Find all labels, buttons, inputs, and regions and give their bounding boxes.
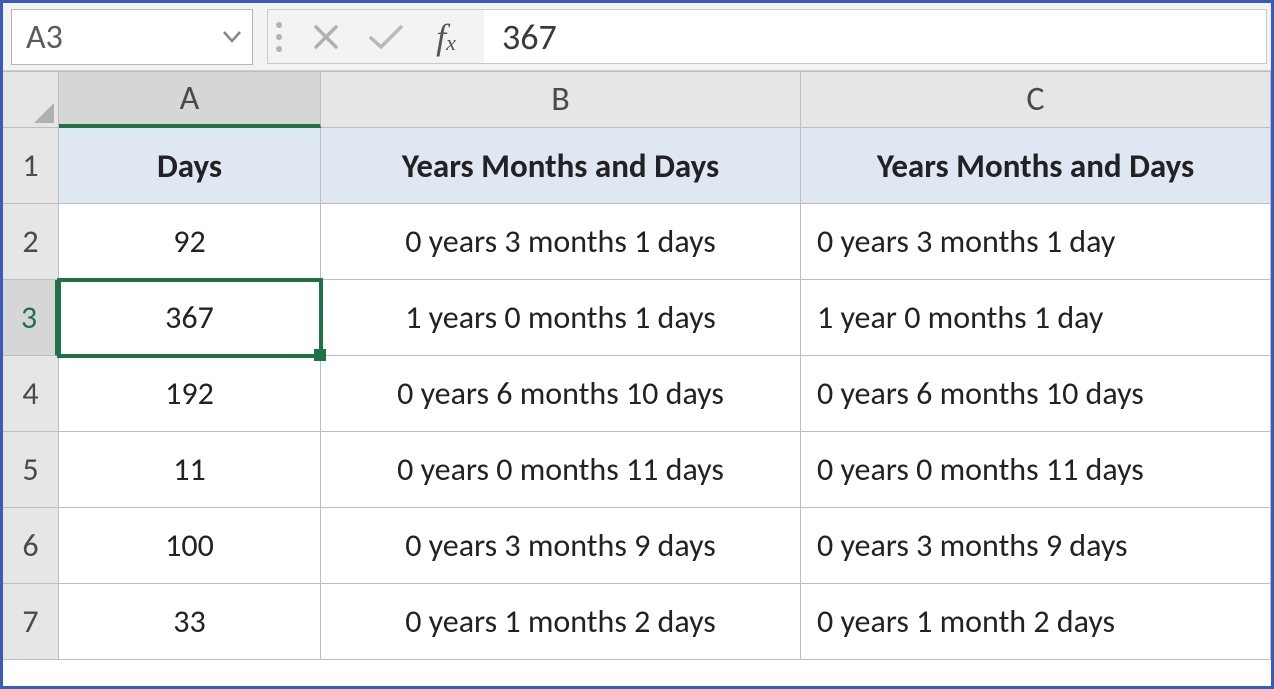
cell-B3[interactable]: 1 years 0 months 1 days bbox=[321, 280, 801, 356]
name-box[interactable]: A3 bbox=[11, 9, 253, 65]
row-header-1[interactable]: 1 bbox=[3, 128, 59, 204]
cell-B6[interactable]: 0 years 3 months 9 days bbox=[321, 508, 801, 584]
cancel-icon[interactable] bbox=[296, 22, 356, 52]
fill-handle[interactable] bbox=[314, 349, 326, 361]
cell-B4[interactable]: 0 years 6 months 10 days bbox=[321, 356, 801, 432]
cell-A5[interactable]: 11 bbox=[59, 432, 321, 508]
name-box-value: A3 bbox=[26, 17, 63, 58]
row-header-3[interactable]: 3 bbox=[3, 280, 59, 356]
cell-C2[interactable]: 0 years 3 months 1 day bbox=[801, 204, 1271, 280]
cell-C4[interactable]: 0 years 6 months 10 days bbox=[801, 356, 1271, 432]
cell-B1[interactable]: Years Months and Days bbox=[321, 128, 801, 204]
formula-bar: A3 fx 367 bbox=[3, 3, 1271, 71]
col-header-C[interactable]: C bbox=[801, 72, 1271, 128]
cell-A3[interactable]: 367 bbox=[59, 280, 321, 356]
insert-function-icon[interactable]: fx bbox=[416, 16, 476, 58]
row-header-7[interactable]: 7 bbox=[3, 584, 59, 660]
formula-bar-controls: fx bbox=[267, 9, 484, 64]
name-box-dropdown-icon[interactable] bbox=[222, 30, 242, 44]
select-all-corner[interactable] bbox=[3, 72, 59, 128]
cell-C1[interactable]: Years Months and Days bbox=[801, 128, 1271, 204]
spreadsheet-grid: A B C 1 Days Years Months and Days Years… bbox=[3, 71, 1271, 660]
cell-A3-value: 367 bbox=[165, 298, 214, 337]
cell-C5[interactable]: 0 years 0 months 11 days bbox=[801, 432, 1271, 508]
row-header-5[interactable]: 5 bbox=[3, 432, 59, 508]
enter-icon[interactable] bbox=[356, 23, 416, 51]
cell-A7[interactable]: 33 bbox=[59, 584, 321, 660]
row-header-4[interactable]: 4 bbox=[3, 356, 59, 432]
cell-B2[interactable]: 0 years 3 months 1 days bbox=[321, 204, 801, 280]
formula-value: 367 bbox=[502, 15, 557, 59]
cell-C6[interactable]: 0 years 3 months 9 days bbox=[801, 508, 1271, 584]
cell-A4[interactable]: 192 bbox=[59, 356, 321, 432]
cell-A6[interactable]: 100 bbox=[59, 508, 321, 584]
row-header-6[interactable]: 6 bbox=[3, 508, 59, 584]
col-header-A[interactable]: A bbox=[59, 72, 321, 128]
cell-A1[interactable]: Days bbox=[59, 128, 321, 204]
cell-A2[interactable]: 92 bbox=[59, 204, 321, 280]
cell-C7[interactable]: 0 years 1 month 2 days bbox=[801, 584, 1271, 660]
col-header-B[interactable]: B bbox=[321, 72, 801, 128]
formula-input[interactable]: 367 bbox=[484, 9, 1267, 64]
cell-B7[interactable]: 0 years 1 months 2 days bbox=[321, 584, 801, 660]
resize-grip-icon[interactable] bbox=[276, 22, 282, 52]
row-header-2[interactable]: 2 bbox=[3, 204, 59, 280]
cell-B5[interactable]: 0 years 0 months 11 days bbox=[321, 432, 801, 508]
cell-C3[interactable]: 1 year 0 months 1 day bbox=[801, 280, 1271, 356]
